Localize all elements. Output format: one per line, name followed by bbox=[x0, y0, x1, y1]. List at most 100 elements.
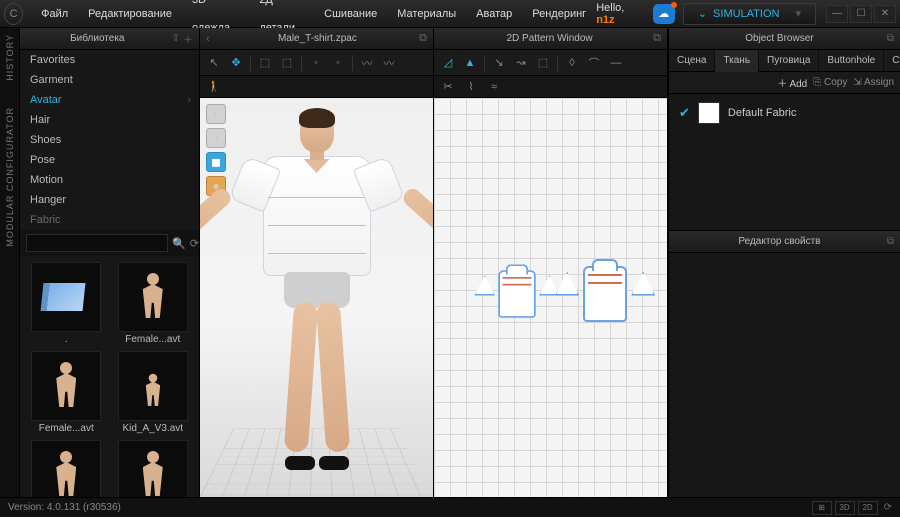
layout-2d-button[interactable]: 2D bbox=[858, 501, 878, 515]
tab-scene[interactable]: Сцена bbox=[669, 50, 715, 72]
select-box-icon[interactable]: ⬚ bbox=[255, 53, 275, 73]
move-tool-icon[interactable]: ✥ bbox=[226, 53, 246, 73]
folder-icon bbox=[47, 283, 86, 311]
menu-avatar[interactable]: Аватар bbox=[466, 0, 522, 28]
display-texture-icon[interactable]: ◑ bbox=[206, 128, 226, 148]
version-label: Version: 4.0.131 (r30536) bbox=[8, 502, 121, 513]
edit-tool-icon[interactable]: ◿ bbox=[438, 53, 458, 73]
cat-garment[interactable]: Garment bbox=[20, 70, 199, 90]
tab-button[interactable]: Пуговица bbox=[759, 50, 819, 72]
thumb-avatar[interactable]: Female...avt bbox=[26, 351, 107, 434]
chevron-down-icon: ▾ bbox=[795, 7, 801, 20]
subtoolbar-3d: 🚶 bbox=[200, 76, 433, 98]
tab-fabric[interactable]: Ткань bbox=[715, 50, 759, 72]
add-fabric-button[interactable]: ＋ Add bbox=[777, 75, 807, 90]
assign-button[interactable]: ⇲ Assign bbox=[853, 77, 894, 88]
menu-file[interactable]: Файл bbox=[31, 0, 78, 28]
copy-button[interactable]: ⎘ Copy bbox=[813, 77, 847, 88]
cloud-sync-icon[interactable]: ☁ bbox=[653, 4, 675, 24]
add-icon[interactable]: ＋ bbox=[183, 31, 193, 46]
upload-icon[interactable]: ⇪ bbox=[172, 33, 180, 44]
simulation-button[interactable]: ⌄SIMULATION▾ bbox=[683, 3, 816, 25]
modular-configurator-tab[interactable]: MODULAR CONFIGURATOR bbox=[5, 107, 15, 247]
hello-user: Hello, n1z bbox=[596, 2, 638, 26]
avatar-icon bbox=[142, 273, 164, 321]
viewport-2d: 2D Pattern Window ⧉ ◿ ▲ ↘ ↝ ⬚ ◊ ⌒ ― ✂ bbox=[434, 28, 668, 497]
seam-tool-icon[interactable]: ≈ bbox=[484, 77, 504, 97]
cat-favorites[interactable]: Favorites bbox=[20, 50, 199, 70]
menu-sewing[interactable]: Сшивание bbox=[314, 0, 387, 28]
display-thick-icon[interactable]: ◼ bbox=[206, 152, 226, 172]
thumb-avatar[interactable]: Kid_A_V3.avt bbox=[113, 351, 194, 434]
pattern-group-back[interactable] bbox=[555, 266, 655, 322]
library-panel: Библиотека ⇪ ＋ Favorites Garment Avatar›… bbox=[20, 28, 200, 497]
transform-tool-icon[interactable]: ▲ bbox=[460, 53, 480, 73]
walk-icon[interactable]: 🚶 bbox=[204, 77, 224, 97]
library-search-input[interactable] bbox=[26, 234, 168, 252]
popout-icon[interactable]: ⧉ bbox=[887, 236, 894, 247]
cursor-tool-icon[interactable]: ↖ bbox=[204, 53, 224, 73]
object-browser-tabs: Сцена Ткань Пуговица Buttonhole Ст bbox=[669, 50, 900, 72]
avatar-3d-model[interactable] bbox=[227, 110, 407, 470]
window-close-button[interactable]: ✕ bbox=[874, 5, 896, 23]
cat-shoes[interactable]: Shoes bbox=[20, 130, 199, 150]
layout-split-button[interactable]: ⊞ bbox=[812, 501, 832, 515]
canvas-3d[interactable]: ◐ ◑ ◼ ● bbox=[200, 98, 433, 497]
dart-tool-icon[interactable]: ◊ bbox=[562, 53, 582, 73]
cat-avatar[interactable]: Avatar› bbox=[20, 90, 199, 110]
menubar: C Файл Редактирование 3D одежда 2Д детал… bbox=[0, 0, 900, 28]
window-maximize-button[interactable]: ☐ bbox=[850, 5, 872, 23]
thumb-avatar[interactable] bbox=[113, 440, 194, 497]
cat-pose[interactable]: Pose bbox=[20, 150, 199, 170]
refresh-icon[interactable]: ⟳ bbox=[884, 502, 892, 513]
chevron-left-icon[interactable]: ‹ bbox=[206, 33, 210, 45]
menu-rendering[interactable]: Рендеринг bbox=[522, 0, 596, 28]
menu-materials[interactable]: Материалы bbox=[387, 0, 466, 28]
refresh-icon[interactable]: ⟳ bbox=[190, 237, 199, 250]
rect-tool-icon[interactable]: ⬚ bbox=[533, 53, 553, 73]
tab-more[interactable]: Ст bbox=[884, 50, 900, 72]
avatar-icon bbox=[55, 451, 77, 497]
measure-tool-icon[interactable]: 〰 bbox=[357, 53, 377, 73]
notch-tool-icon[interactable]: ⌒ bbox=[584, 53, 604, 73]
free-sewing-icon[interactable]: ⌇ bbox=[461, 77, 481, 97]
tab-buttonhole[interactable]: Buttonhole bbox=[819, 50, 884, 72]
library-categories: Favorites Garment Avatar› Hair Shoes Pos… bbox=[20, 50, 199, 230]
select-lasso-icon[interactable]: ⬚ bbox=[277, 53, 297, 73]
cat-motion[interactable]: Motion bbox=[20, 170, 199, 190]
toolbar-3d: ↖ ✥ ⬚ ⬚ ◦ ◦ 〰 〰 bbox=[200, 50, 433, 76]
layout-3d-button[interactable]: 3D bbox=[835, 501, 855, 515]
viewport-3d-title: Male_T-shirt.zpac bbox=[216, 33, 419, 44]
chevron-down-icon: ⌄ bbox=[698, 7, 707, 20]
canvas-2d[interactable] bbox=[434, 98, 667, 497]
internal-line-icon[interactable]: ― bbox=[606, 53, 626, 73]
popout-icon[interactable]: ⧉ bbox=[419, 32, 427, 45]
history-tab[interactable]: HISTORY bbox=[5, 34, 15, 81]
display-shaded-icon[interactable]: ◐ bbox=[206, 104, 226, 124]
viewport-2d-title: 2D Pattern Window bbox=[446, 33, 653, 44]
cat-fabric[interactable]: Fabric bbox=[20, 210, 199, 230]
pattern-group-front[interactable] bbox=[474, 270, 559, 318]
chevron-right-icon: › bbox=[187, 94, 191, 106]
tack-tool-icon[interactable]: ◦ bbox=[328, 53, 348, 73]
avatar-icon bbox=[142, 451, 164, 497]
popout-icon[interactable]: ⧉ bbox=[653, 32, 661, 45]
popout-icon[interactable]: ⧉ bbox=[887, 33, 894, 44]
search-icon[interactable]: 🔍 bbox=[172, 237, 186, 250]
cat-hanger[interactable]: Hanger bbox=[20, 190, 199, 210]
property-editor-title: Редактор свойств bbox=[675, 236, 884, 247]
thumb-avatar[interactable]: Female...avt bbox=[113, 262, 194, 345]
curve-tool-icon[interactable]: ↝ bbox=[511, 53, 531, 73]
window-minimize-button[interactable]: — bbox=[826, 5, 848, 23]
pen-tool-icon[interactable]: ↘ bbox=[489, 53, 509, 73]
library-title: Библиотека bbox=[26, 33, 169, 44]
thumb-folder[interactable]: . bbox=[26, 262, 107, 345]
menu-edit[interactable]: Редактирование bbox=[78, 0, 182, 28]
cat-hair[interactable]: Hair bbox=[20, 110, 199, 130]
subtoolbar-2d: ✂ ⌇ ≈ bbox=[434, 76, 667, 98]
thumb-avatar[interactable] bbox=[26, 440, 107, 497]
pin-tool-icon[interactable]: ◦ bbox=[306, 53, 326, 73]
tape-tool-icon[interactable]: 〰 bbox=[379, 53, 399, 73]
fabric-item[interactable]: ✔ Default Fabric bbox=[669, 94, 900, 132]
sewing-tool-icon[interactable]: ✂ bbox=[438, 77, 458, 97]
